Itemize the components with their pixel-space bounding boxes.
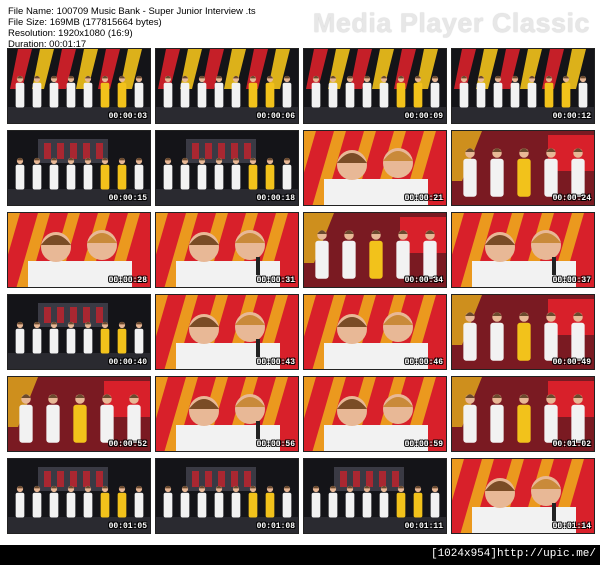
thumbnail-timestamp: 00:00:37 (552, 276, 591, 285)
thumbnail-timestamp: 00:00:06 (256, 112, 295, 121)
thumbnail-timestamp: 00:00:34 (404, 276, 443, 285)
thumbnail-timestamp: 00:01:02 (552, 440, 591, 449)
thumbnail-timestamp: 00:01:05 (108, 522, 147, 531)
thumbnail-timestamp: 00:00:09 (404, 112, 443, 121)
thumbnail-timestamp: 00:00:40 (108, 358, 147, 367)
video-thumbnail[interactable]: 00:01:02 (451, 376, 595, 452)
video-thumbnail[interactable]: 00:00:49 (451, 294, 595, 370)
thumbnail-timestamp: 00:00:28 (108, 276, 147, 285)
file-size-line: File Size: 169MB (177815664 bytes) (8, 17, 162, 28)
video-thumbnail[interactable]: 00:00:12 (451, 48, 595, 124)
thumbnail-timestamp: 00:00:15 (108, 194, 147, 203)
thumbnail-timestamp: 00:00:21 (404, 194, 443, 203)
video-thumbnail[interactable]: 00:00:21 (303, 130, 447, 206)
footer-bar: [1024x954]http://upic.me/ (0, 545, 600, 565)
video-thumbnail[interactable]: 00:01:08 (155, 458, 299, 534)
thumbnail-timestamp: 00:00:59 (404, 440, 443, 449)
video-thumbnail[interactable]: 00:00:18 (155, 130, 299, 206)
thumbnail-timestamp: 00:00:46 (404, 358, 443, 367)
video-thumbnail[interactable]: 00:00:43 (155, 294, 299, 370)
video-thumbnail[interactable]: 00:00:40 (7, 294, 151, 370)
thumbnail-timestamp: 00:00:31 (256, 276, 295, 285)
video-thumbnail[interactable]: 00:00:56 (155, 376, 299, 452)
thumbnail-timestamp: 00:01:11 (404, 522, 443, 531)
thumbnail-sheet: File Name: 100709 Music Bank - Super Jun… (0, 0, 600, 545)
video-thumbnail[interactable]: 00:00:31 (155, 212, 299, 288)
video-thumbnail[interactable]: 00:01:14 (451, 458, 595, 534)
video-thumbnail[interactable]: 00:00:28 (7, 212, 151, 288)
thumbnail-timestamp: 00:00:52 (108, 440, 147, 449)
thumbnail-timestamp: 00:00:03 (108, 112, 147, 121)
video-thumbnail[interactable]: 00:00:03 (7, 48, 151, 124)
thumbnail-timestamp: 00:00:49 (552, 358, 591, 367)
file-name-line: File Name: 100709 Music Bank - Super Jun… (8, 6, 256, 17)
video-thumbnail[interactable]: 00:00:15 (7, 130, 151, 206)
thumbnail-timestamp: 00:00:18 (256, 194, 295, 203)
thumbnail-timestamp: 00:00:12 (552, 112, 591, 121)
video-thumbnail[interactable]: 00:00:09 (303, 48, 447, 124)
video-thumbnail[interactable]: 00:00:24 (451, 130, 595, 206)
video-thumbnail[interactable]: 00:00:34 (303, 212, 447, 288)
video-thumbnail[interactable]: 00:01:05 (7, 458, 151, 534)
footer-link[interactable]: [1024x954]http://upic.me/ (431, 548, 596, 560)
video-thumbnail[interactable]: 00:00:06 (155, 48, 299, 124)
thumbnail-timestamp: 00:00:43 (256, 358, 295, 367)
thumbnail-timestamp: 00:00:24 (552, 194, 591, 203)
file-info: File Name: 100709 Music Bank - Super Jun… (8, 6, 256, 50)
resolution-line: Resolution: 1920x1080 (16:9) (8, 28, 133, 39)
thumbnail-timestamp: 00:01:14 (552, 522, 591, 531)
thumbnail-timestamp: 00:01:08 (256, 522, 295, 531)
video-thumbnail[interactable]: 00:01:11 (303, 458, 447, 534)
video-thumbnail[interactable]: 00:00:46 (303, 294, 447, 370)
video-thumbnail[interactable]: 00:00:52 (7, 376, 151, 452)
video-thumbnail[interactable]: 00:00:37 (451, 212, 595, 288)
thumbnail-timestamp: 00:00:56 (256, 440, 295, 449)
video-thumbnail[interactable]: 00:00:59 (303, 376, 447, 452)
brand-watermark: Media Player Classic (312, 8, 590, 38)
